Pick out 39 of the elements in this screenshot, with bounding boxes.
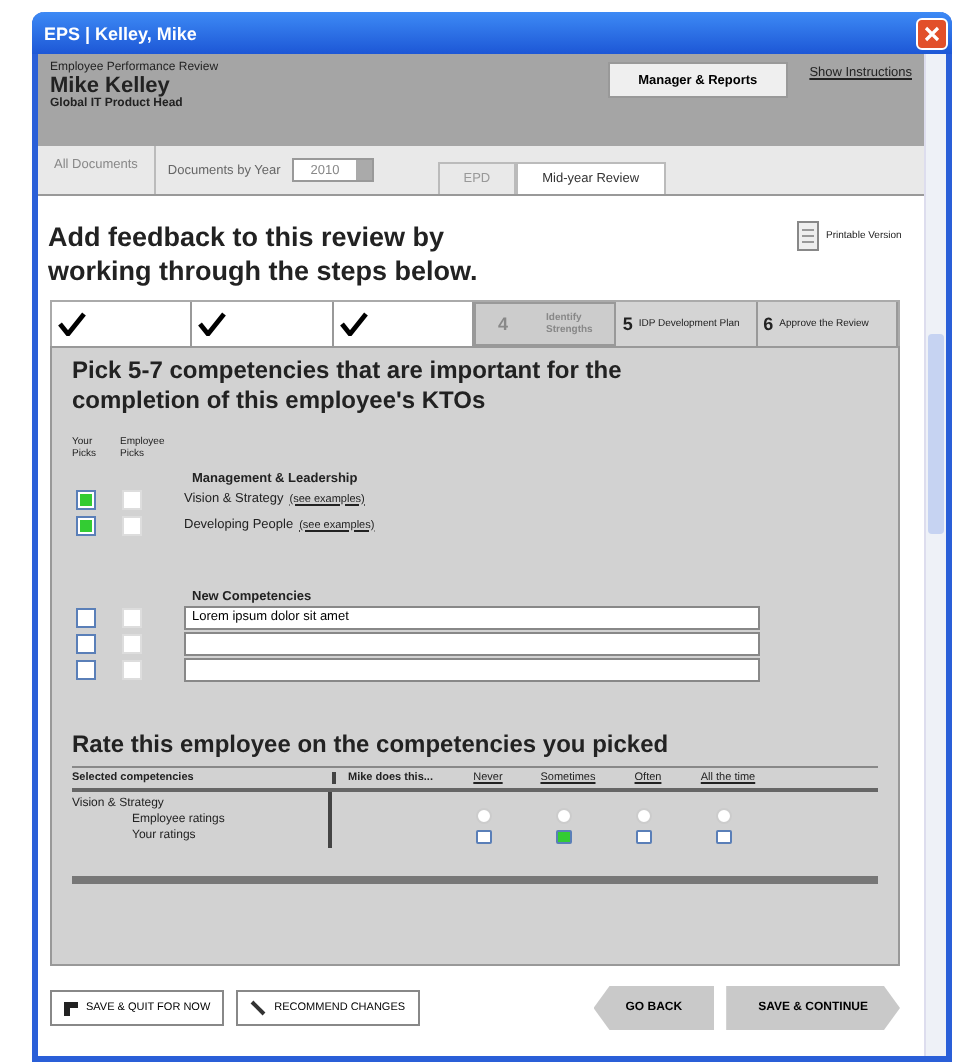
document-icon[interactable]: [796, 220, 820, 252]
employee-rating-radio[interactable]: [476, 808, 492, 824]
check-icon: [339, 312, 368, 336]
your-pick-checkbox[interactable]: [76, 515, 96, 535]
intro-heading: Add feedback to this review by working through the steps below.: [48, 220, 480, 288]
check-icon: [198, 312, 227, 336]
step-number: 5: [622, 314, 633, 334]
flag-icon: [64, 1001, 78, 1015]
close-icon[interactable]: [916, 17, 948, 49]
step-tab[interactable]: [192, 302, 334, 346]
employee-pick-checkbox[interactable]: [122, 659, 142, 679]
your-pick-checkbox[interactable]: [76, 633, 96, 653]
step-tab[interactable]: [333, 302, 474, 346]
window-title: EPS | Kelley, Mike: [44, 23, 197, 43]
scrollbar[interactable]: [924, 54, 946, 1056]
check-icon: [58, 312, 86, 336]
your-pick-checkbox[interactable]: [76, 607, 96, 627]
employee-name: Mike Kelley: [50, 74, 170, 98]
employee-pick-checkbox[interactable]: [122, 489, 142, 509]
employee-rating-radio[interactable]: [716, 808, 732, 824]
pencil-icon: [250, 1000, 267, 1016]
step-number: 4: [495, 314, 510, 334]
employee-rating-radio[interactable]: [636, 808, 652, 824]
your-rating-radio[interactable]: [476, 830, 492, 844]
your-pick-checkbox[interactable]: [76, 659, 96, 679]
step-number: 6: [763, 314, 774, 334]
employee-pick-checkbox[interactable]: [122, 515, 142, 535]
your-rating-radio[interactable]: [636, 830, 652, 844]
step-tab[interactable]: [52, 302, 193, 346]
employee-pick-checkbox[interactable]: [122, 607, 142, 627]
employee-pick-checkbox[interactable]: [122, 633, 142, 653]
competency-field[interactable]: [184, 631, 760, 655]
your-rating-radio[interactable]: [556, 830, 572, 844]
your-rating-radio[interactable]: [716, 830, 732, 844]
section-heading: Rate this employee on the competencies you picked: [72, 730, 671, 760]
employee-rating-radio[interactable]: [556, 808, 572, 824]
competency-field[interactable]: [184, 657, 760, 681]
your-pick-checkbox[interactable]: [76, 489, 96, 509]
section-heading: Pick 5-7 competencies that are important for the completion of this employee's KTOs: [72, 356, 624, 416]
